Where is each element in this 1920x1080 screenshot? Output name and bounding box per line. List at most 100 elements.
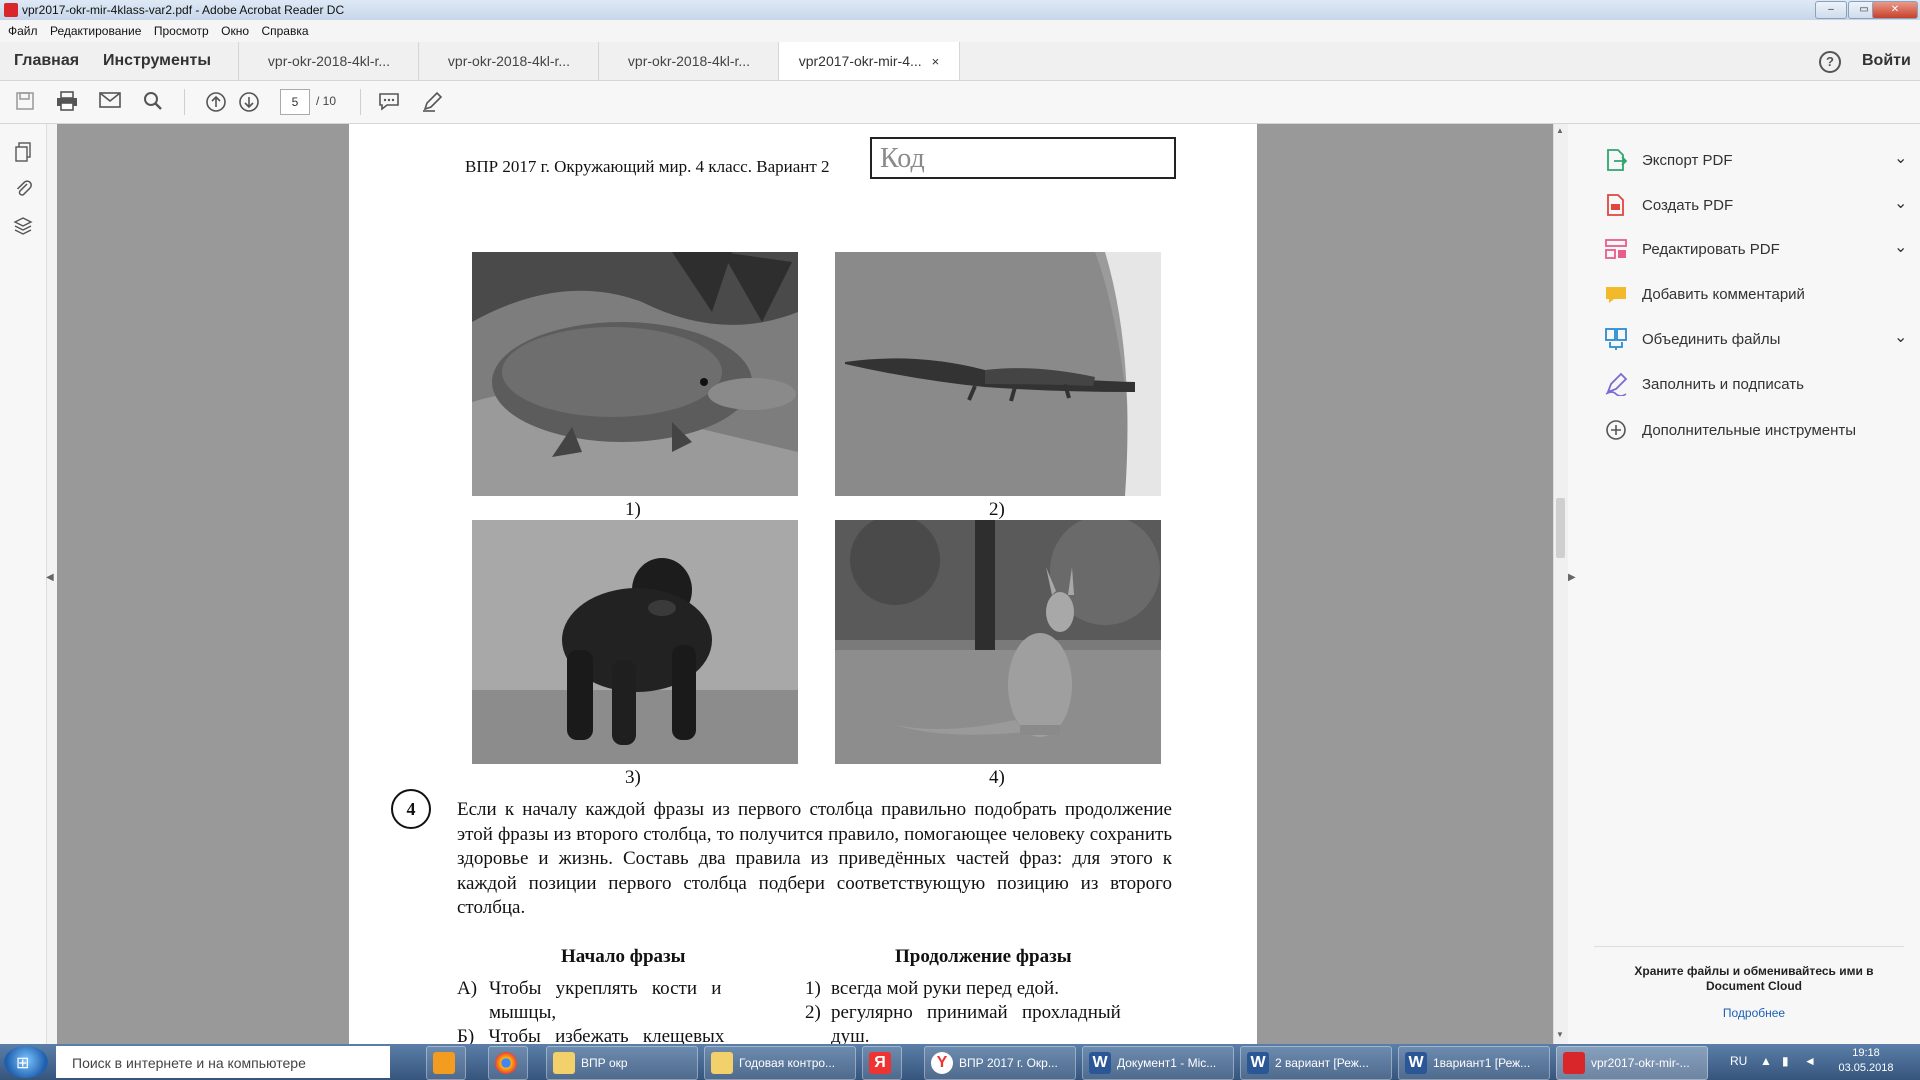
folder-icon (553, 1052, 575, 1074)
scrollbar-thumb[interactable] (1556, 498, 1565, 558)
chevron-down-icon[interactable]: ⌄ (1894, 148, 1907, 168)
scroll-down-icon[interactable]: ▼ (1556, 1030, 1564, 1039)
title-bar: vpr2017-okr-mir-4klass-var2.pdf - Adobe … (0, 0, 1920, 21)
edit-pdf-icon (1604, 237, 1628, 261)
document-viewer[interactable]: ВПР 2017 г. Окружающий мир. 4 класс. Вар… (57, 124, 1553, 1044)
tabs-row: Главная Инструменты vpr-okr-2018-4kl-r..… (0, 42, 1920, 81)
taskbar-app-yandex-browser[interactable]: Y ВПР 2017 г. Окр... (924, 1046, 1076, 1080)
page-total: / 10 (316, 94, 337, 108)
minimize-button[interactable]: – (1815, 1, 1847, 19)
add-comment-tool[interactable]: Добавить комментарий (1604, 280, 1914, 310)
menu-window[interactable]: Окно (221, 24, 249, 38)
photo-caption-1: 1) (625, 499, 641, 520)
option-2-number: 2) (805, 1002, 821, 1023)
acrobat-app-icon (4, 3, 18, 17)
network-icon[interactable]: ▮ (1782, 1054, 1789, 1068)
close-tab-icon[interactable]: × (932, 54, 940, 69)
more-tools[interactable]: Дополнительные инструменты (1604, 416, 1914, 446)
fill-sign-tool[interactable]: Заполнить и подписать (1604, 370, 1914, 400)
yandex-icon: Я (869, 1052, 891, 1074)
document-tab[interactable]: vpr-okr-2018-4kl-r... (418, 42, 599, 80)
windows-logo-icon: ⊞ (16, 1055, 30, 1072)
option-2-text-cont: душ. (831, 1026, 870, 1044)
chevron-down-icon[interactable]: ⌄ (1894, 237, 1907, 257)
document-tab-active[interactable]: vpr2017-okr-mir-4... × (778, 42, 960, 80)
gorilla-photo (472, 520, 798, 764)
photo-caption-4: 4) (989, 767, 1005, 788)
taskbar-app-chrome[interactable] (488, 1046, 528, 1080)
code-label: Код (880, 143, 925, 174)
toolbar: 5 / 10 (0, 81, 1920, 124)
attachments-icon[interactable] (12, 178, 34, 200)
taskbar-app-yandex[interactable]: Я (862, 1046, 902, 1080)
row-b-text: Б) Чтобы избежать клещевых (457, 1026, 725, 1044)
edit-pdf-tool[interactable]: Редактировать PDF ⌄ (1604, 235, 1914, 265)
option-2-text: регулярно принимай прохладный (831, 1002, 1121, 1023)
photo-caption-2: 2) (989, 499, 1005, 520)
comment-icon (1604, 282, 1628, 306)
highlight-pen-icon[interactable] (421, 91, 443, 113)
question-text: Если к началу каждой фразы из первого ст… (457, 799, 1172, 918)
previous-page-icon[interactable] (205, 91, 227, 113)
menu-edit[interactable]: Редактирование (50, 24, 141, 38)
window-title: vpr2017-okr-mir-4klass-var2.pdf - Adobe … (22, 3, 345, 17)
folder-icon (711, 1052, 733, 1074)
home-tab[interactable]: Главная (14, 52, 79, 70)
left-navigation-rail (0, 124, 47, 1044)
layers-icon[interactable] (12, 216, 34, 238)
acrobat-icon (1563, 1052, 1585, 1074)
tools-tab[interactable]: Инструменты (103, 52, 211, 70)
search-icon[interactable] (142, 91, 164, 113)
taskbar-app-word-doc1[interactable]: W Документ1 - Mic... (1082, 1046, 1234, 1080)
page-thumbnails-icon[interactable] (12, 142, 34, 164)
more-tools-icon (1604, 418, 1628, 442)
chevron-down-icon[interactable]: ⌄ (1894, 327, 1907, 347)
page-number-input[interactable]: 5 (280, 89, 310, 115)
taskbar-app-folder-annual[interactable]: Годовая контро... (704, 1046, 856, 1080)
language-indicator[interactable]: RU (1730, 1054, 1747, 1068)
menu-help[interactable]: Справка (261, 24, 308, 38)
taskbar-search[interactable]: Поиск в интернете и на компьютере (56, 1046, 390, 1078)
document-tab[interactable]: vpr-okr-2018-4kl-r... (598, 42, 779, 80)
system-clock[interactable]: 19:18 03.05.2018 (1836, 1046, 1896, 1076)
collapse-left-panel-icon[interactable]: ◀ (46, 572, 54, 583)
document-cloud-promo: Храните файлы и обменивайтесь ими в Docu… (1634, 964, 1874, 993)
chevron-down-icon[interactable]: ⌄ (1894, 193, 1907, 213)
learn-more-link[interactable]: Подробнее (1604, 1006, 1904, 1020)
option-1-number: 1) (805, 978, 821, 999)
collapse-right-panel-icon[interactable]: ▶ (1568, 572, 1576, 583)
taskbar-app-word-var1[interactable]: W 1вариант1 [Реж... (1398, 1046, 1550, 1080)
menu-view[interactable]: Просмотр (154, 24, 209, 38)
document-tab[interactable]: vpr-okr-2018-4kl-r... (238, 42, 419, 80)
print-icon[interactable] (56, 91, 78, 113)
help-icon[interactable]: ? (1819, 51, 1841, 73)
email-icon[interactable] (99, 91, 121, 113)
taskbar-app-word-var2[interactable]: W 2 вариант [Реж... (1240, 1046, 1392, 1080)
combine-files-tool[interactable]: Объединить файлы ⌄ (1604, 325, 1914, 355)
sign-in-button[interactable]: Войти (1862, 52, 1911, 70)
next-page-icon[interactable] (238, 91, 260, 113)
row-a-text: Чтобы укреплять кости и (489, 978, 722, 999)
start-button[interactable]: ⊞ (4, 1046, 48, 1078)
show-hidden-icons-icon[interactable]: ▲ (1760, 1054, 1772, 1068)
close-window-button[interactable]: ✕ (1872, 1, 1918, 19)
word-icon: W (1089, 1052, 1111, 1074)
comment-tool-icon[interactable] (378, 91, 400, 113)
media-player-icon (433, 1052, 455, 1074)
vertical-scrollbar[interactable]: ▲ ▼ (1553, 124, 1568, 1044)
create-pdf-tool[interactable]: Создать PDF ⌄ (1604, 191, 1914, 221)
platypus-photo (472, 252, 798, 496)
scroll-up-icon[interactable]: ▲ (1556, 126, 1564, 135)
word-icon: W (1247, 1052, 1269, 1074)
volume-icon[interactable]: ◄ (1804, 1054, 1816, 1068)
create-pdf-icon (1604, 193, 1628, 217)
export-pdf-tool[interactable]: Экспорт PDF ⌄ (1604, 146, 1914, 176)
taskbar-app-folder-vpr[interactable]: ВПР окр (546, 1046, 698, 1080)
taskbar-app-media-player[interactable] (426, 1046, 466, 1080)
combine-files-icon (1604, 327, 1628, 351)
menu-file[interactable]: Файл (8, 24, 38, 38)
taskbar-app-acrobat-active[interactable]: vpr2017-okr-mir-... (1556, 1046, 1708, 1080)
panel-divider (1594, 946, 1904, 947)
photo-caption-3: 3) (625, 767, 641, 788)
save-icon[interactable] (14, 91, 36, 113)
